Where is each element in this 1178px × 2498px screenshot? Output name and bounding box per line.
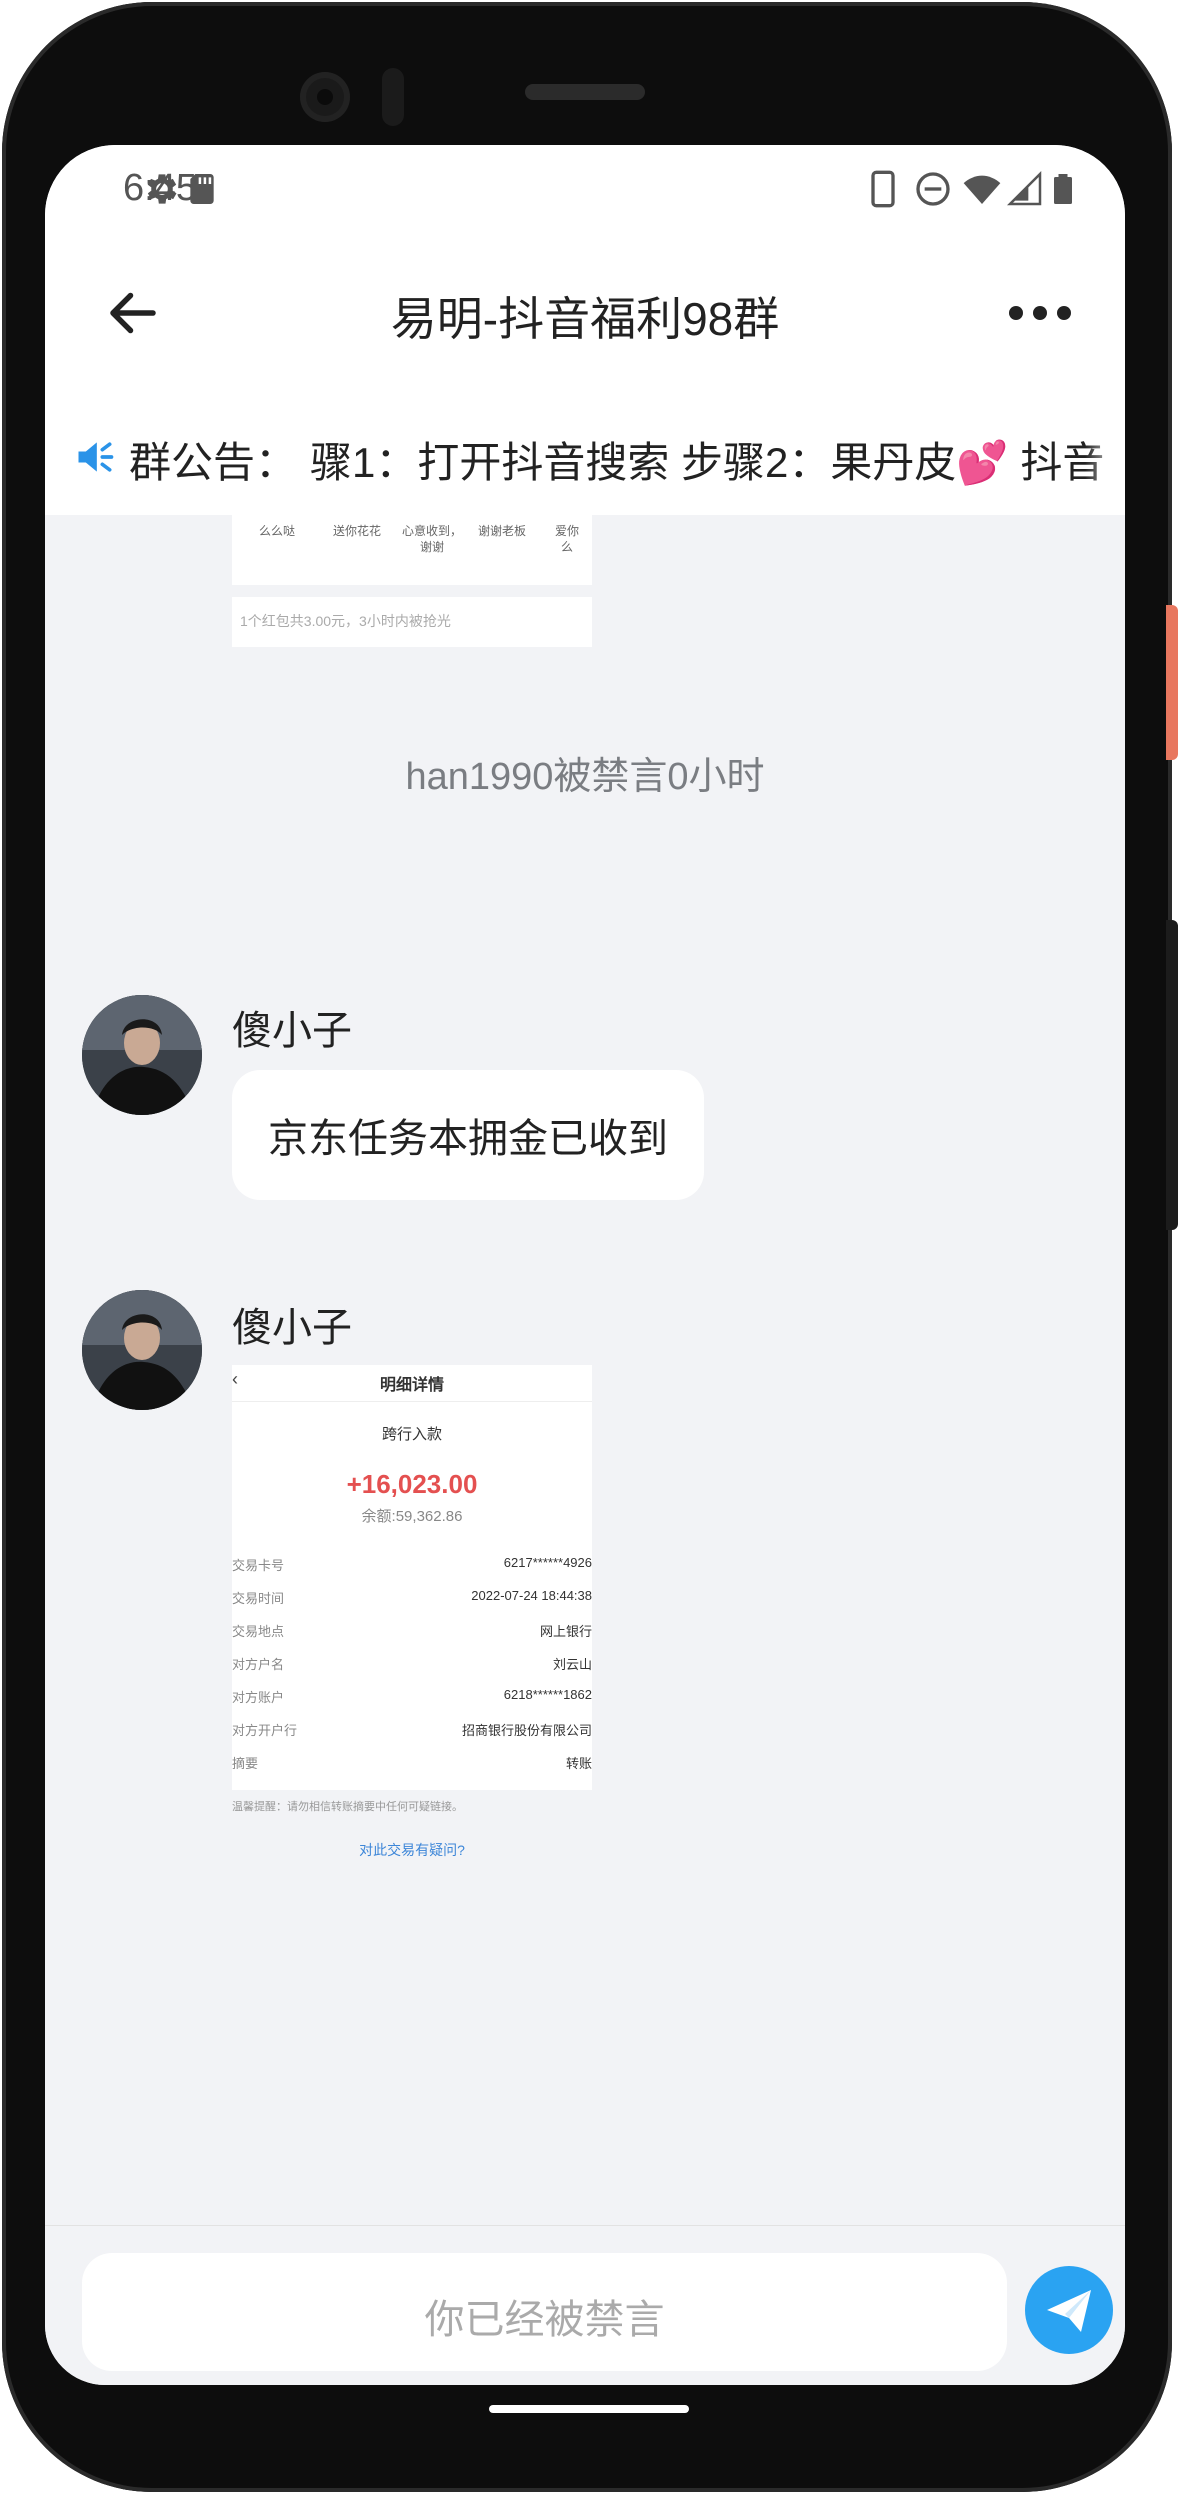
sd-card-icon: [190, 174, 214, 204]
chat-title: 易明-抖音福利98群: [390, 293, 780, 345]
status-bar: 6:45: [45, 145, 1125, 235]
receipt-key: 对方账户: [232, 1690, 285, 1705]
receipt-row: 交易时间 2022-07-24 18:44:38: [232, 1588, 592, 1608]
avatar-photo: [82, 1290, 202, 1410]
gift-option: 送你花花: [332, 524, 381, 538]
phone-frame: 6:45 易明-抖音福利98群 群公告： 骤1：打开抖音搜索 步骤2：果丹皮💕 …: [0, 0, 1178, 2498]
receipt-image-message[interactable]: ‹ 明细详情 跨行入款 +16,023.00 余额:59,362.86 交易卡号…: [232, 1365, 592, 1790]
red-packet-summary: 1个红包共3.00元，3小时内被抢光: [240, 613, 451, 629]
receipt-row: 对方户名 刘云山: [232, 1654, 592, 1674]
receipt-row: 对方开户行 招商银行股份有限公司: [232, 1720, 592, 1740]
gear-icon: [147, 174, 177, 204]
avatar[interactable]: [82, 995, 202, 1115]
gift-option: 爱你 么: [554, 524, 579, 554]
receipt-tip-area: 温馨提醒：请勿相信转账摘要中任何可疑链接。: [232, 1790, 592, 1828]
more-options-icon[interactable]: [1005, 293, 1075, 333]
receipt-value: 网上银行: [539, 1624, 592, 1639]
sender-name: 傻小子: [232, 1306, 352, 1350]
receipt-key: 摘要: [232, 1756, 259, 1771]
speaker-icon: [78, 442, 114, 472]
screen: 6:45 易明-抖音福利98群 群公告： 骤1：打开抖音搜索 步骤2：果丹皮💕 …: [45, 145, 1125, 2385]
receipt-value: 6218******1862: [503, 1687, 592, 1702]
group-announcement-bar[interactable]: 群公告： 骤1：打开抖音搜索 步骤2：果丹皮💕 抖音: [45, 395, 1125, 515]
gift-option: 心意收到， 谢谢: [402, 524, 463, 554]
paper-plane-icon: [1047, 2290, 1091, 2332]
receipt-value: 转账: [565, 1756, 592, 1771]
receipt-value: 招商银行股份有限公司: [461, 1723, 592, 1738]
announcement-fade: [1085, 395, 1125, 515]
receipt-key: 对方开户行: [232, 1723, 298, 1738]
receipt-key: 交易卡号: [232, 1558, 285, 1573]
gift-option: 么么哒: [258, 524, 295, 538]
receipt-title: 明细详情: [379, 1377, 444, 1394]
receipt-key: 对方户名: [232, 1657, 285, 1672]
battery-icon: [1054, 174, 1072, 204]
receipt-balance: 余额:59,362.86: [361, 1508, 463, 1525]
power-button: [1166, 605, 1178, 760]
receipt-question-link[interactable]: 对此交易有疑问?: [232, 1840, 592, 1860]
announcement-label: 群公告：: [129, 439, 298, 486]
receipt-value: 刘云山: [552, 1657, 592, 1672]
sender-name: 傻小子: [232, 1009, 352, 1053]
input-placeholder: 你已经被禁言: [424, 2298, 665, 2342]
wifi-icon: [963, 175, 1001, 204]
proximity-sensor: [382, 68, 404, 126]
receipt-row: 对方账户 6218******1862: [232, 1687, 592, 1707]
back-arrow-icon[interactable]: [103, 283, 163, 343]
gift-option: 谢谢老板: [477, 524, 526, 538]
receipt-amount: +16,023.00: [346, 1469, 478, 1499]
front-camera: [300, 72, 350, 122]
receipt-row: 交易地点 网上银行: [232, 1621, 592, 1641]
receipt-value: 2022-07-24 18:44:38: [471, 1588, 592, 1603]
signal-icon: [1006, 170, 1042, 206]
message-input[interactable]: 你已经被禁言: [82, 2253, 1007, 2371]
send-button[interactable]: [1025, 2266, 1113, 2354]
receipt-key: 交易地点: [232, 1624, 285, 1639]
red-packet-footer: 1个红包共3.00元，3小时内被抢光: [232, 597, 592, 647]
receipt-header: ‹ 明细详情: [232, 1365, 592, 1402]
receipt-type: 跨行入款: [381, 1426, 442, 1443]
receipt-value: 6217******4926: [503, 1555, 592, 1570]
phone-icon: [871, 170, 895, 208]
input-bar: 你已经被禁言: [45, 2225, 1125, 2385]
receipt-row: 交易卡号 6217******4926: [232, 1555, 592, 1575]
red-packet-gift-card[interactable]: 么么哒 送你花花 心意收到， 谢谢 谢谢老板 爱你 么: [232, 515, 592, 585]
system-message: han1990被禁言0小时: [405, 756, 765, 798]
announcement-text: 骤1：打开抖音搜索 步骤2：果丹皮💕 抖音: [310, 439, 1105, 486]
receipt-tip: 温馨提醒：请勿相信转账摘要中任何可疑链接。: [232, 1801, 463, 1813]
avatar-photo: [82, 995, 202, 1115]
top-nav-bar: 易明-抖音福利98群: [45, 235, 1125, 396]
chat-message-list[interactable]: 么么哒 送你花花 心意收到， 谢谢 谢谢老板 爱你 么 1个红包共3.00元，3…: [45, 515, 1125, 2225]
avatar[interactable]: [82, 1290, 202, 1410]
home-indicator[interactable]: [489, 2405, 689, 2413]
do-not-disturb-icon: [916, 172, 950, 206]
volume-button: [1166, 920, 1178, 1230]
receipt-row: 摘要 转账: [232, 1753, 592, 1773]
earpiece-speaker: [525, 84, 645, 100]
message-bubble[interactable]: 京东任务本拥金已收到: [232, 1070, 704, 1200]
receipt-key: 交易时间: [232, 1591, 285, 1606]
